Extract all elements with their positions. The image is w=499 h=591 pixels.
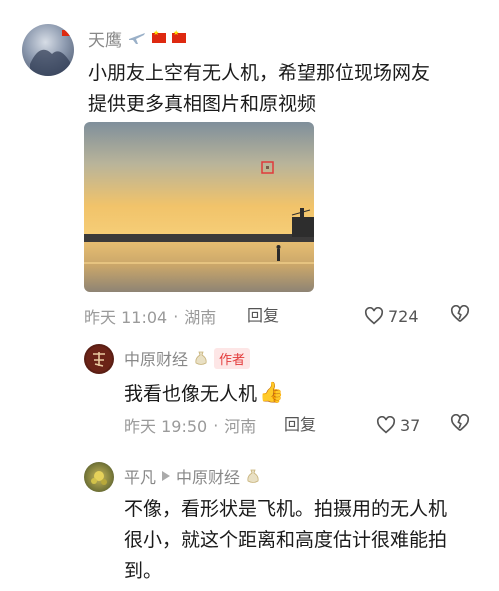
triangle-right-icon xyxy=(162,471,171,481)
comment-text-line: 小朋友上空有无人机，希望那位现场网友 xyxy=(88,62,431,84)
comment-photo[interactable] xyxy=(84,122,314,292)
money-bag-icon xyxy=(246,468,260,484)
avatar-pingfan[interactable] xyxy=(84,462,114,492)
meta-separator: · xyxy=(173,306,179,326)
reply-text-line: 不像，看形状是飞机。拍摄用的无人机 xyxy=(124,498,448,520)
broken-heart-icon xyxy=(450,414,470,432)
like-count: 37 xyxy=(400,415,421,435)
avatar-zhongyuan[interactable] xyxy=(84,344,114,374)
reply-text: 我看也像无人机 xyxy=(124,382,258,405)
heart-outline-icon xyxy=(376,416,396,434)
heart-outline-icon xyxy=(364,307,384,325)
reply-text-line: 很小，就这个距离和高度估计很难能拍 xyxy=(124,529,448,551)
username-zhongyuan[interactable]: 中原财经 xyxy=(124,346,188,370)
dislike-button[interactable] xyxy=(450,305,470,327)
china-flag-icon xyxy=(172,29,186,43)
like-button[interactable]: 724 xyxy=(364,305,419,327)
reply-location: 河南 xyxy=(224,417,257,436)
comment-time: 昨天 11:04 xyxy=(84,308,168,327)
china-flag-icon xyxy=(152,29,166,43)
comment-text: 小朋友上空有无人机，希望那位现场网友 提供更多真相图片和原视频 xyxy=(88,58,430,120)
money-bag-icon xyxy=(194,350,208,366)
avatar-tianying[interactable] xyxy=(22,24,74,76)
reply-time: 昨天 19:50 xyxy=(124,417,208,436)
airplane-icon xyxy=(128,31,146,45)
author-badge: 作者 xyxy=(214,347,251,369)
comment-location: 湖南 xyxy=(184,308,217,327)
meta-separator: · xyxy=(213,415,219,435)
reply-text: 不像，看形状是飞机。拍摄用的无人机 很小，就这个距离和高度估计很难能拍 到。 xyxy=(124,494,447,587)
reply-button[interactable]: 回复 xyxy=(284,414,316,436)
comment-text-line: 提供更多真相图片和原视频 xyxy=(88,93,317,115)
username-tianying[interactable]: 天鹰 xyxy=(88,26,122,51)
reply-button[interactable]: 回复 xyxy=(247,305,279,327)
reply-to-username[interactable]: 中原财经 xyxy=(176,464,240,488)
reply-text-line: 到。 xyxy=(124,560,163,582)
thumbs-up-icon: 👍 xyxy=(259,380,284,404)
like-count: 724 xyxy=(388,306,419,326)
broken-heart-icon xyxy=(450,305,470,323)
like-button[interactable]: 37 xyxy=(376,414,420,436)
username-pingfan[interactable]: 平凡 xyxy=(124,464,156,488)
dislike-button[interactable] xyxy=(450,414,470,436)
